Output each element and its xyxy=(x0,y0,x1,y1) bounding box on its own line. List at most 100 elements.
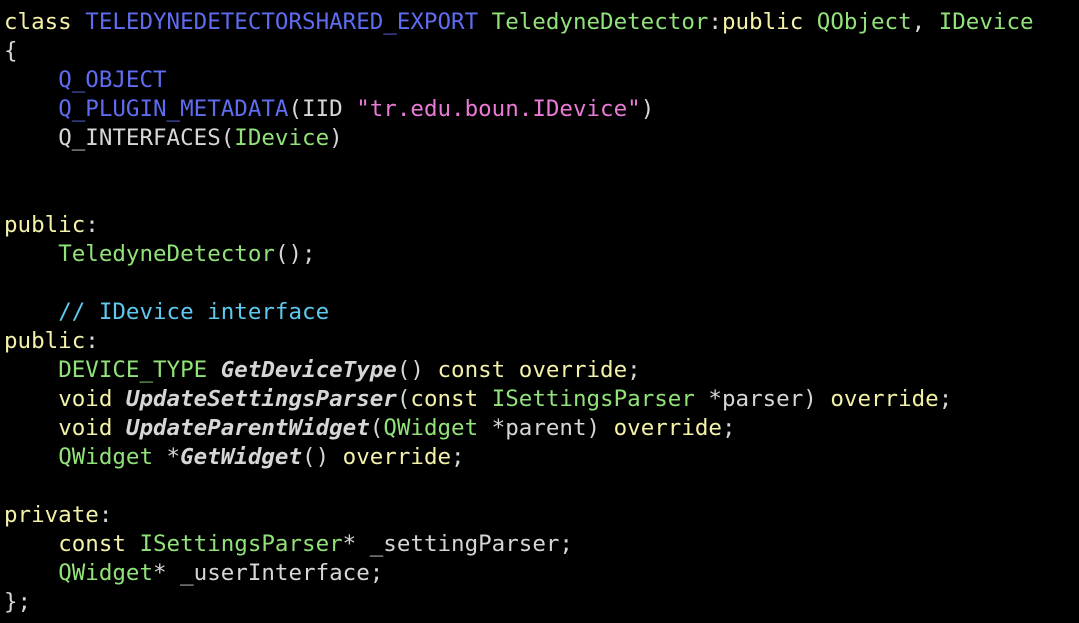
code-line[interactable]: TeledyneDetector(); xyxy=(4,240,1079,269)
code-line[interactable] xyxy=(4,153,1079,182)
code-line[interactable] xyxy=(4,269,1079,298)
code-token-keyword: const xyxy=(58,531,126,557)
code-token-plain: * _userInterface; xyxy=(153,560,384,586)
code-token-plain: UpdateSettingsParser xyxy=(125,386,397,412)
code-token-keyword: override xyxy=(613,415,722,441)
code-token-type: TeledyneDetector xyxy=(58,241,275,267)
code-editor[interactable]: class TELEDYNEDETECTORSHARED_EXPORT Tele… xyxy=(0,0,1079,623)
code-token-keyword: override xyxy=(518,357,628,383)
code-token-type: TeledyneDetector xyxy=(491,9,709,35)
code-line[interactable]: private: xyxy=(4,501,1079,530)
code-token-keyword: public xyxy=(4,328,86,354)
code-token-plain: *parser) xyxy=(694,386,831,412)
code-token-plain: ; xyxy=(938,386,953,412)
code-token-type: QWidget xyxy=(383,415,479,441)
code-token-plain: *parent) xyxy=(478,415,614,441)
code-token-plain: : xyxy=(708,9,722,35)
code-token-type: IDevice xyxy=(234,125,330,151)
code-line[interactable] xyxy=(4,472,1079,501)
code-token-plain: { xyxy=(4,38,18,64)
code-token-plain: GetDeviceType xyxy=(220,357,397,383)
code-line[interactable]: QWidget* _userInterface; xyxy=(4,559,1079,588)
code-token-type: QWidget xyxy=(58,560,154,586)
code-token-plain: ) xyxy=(329,125,343,151)
code-line[interactable]: }; xyxy=(4,588,1079,617)
code-line[interactable] xyxy=(4,182,1079,211)
code-token-plain: ; xyxy=(627,357,641,383)
code-token-type: DEVICE_TYPE xyxy=(58,357,208,383)
code-token-keyword: const xyxy=(437,357,506,383)
code-token-plain: () xyxy=(396,357,438,383)
code-token-plain: * xyxy=(153,444,181,470)
code-token-plain: (IID xyxy=(288,96,357,122)
code-token-plain: ) xyxy=(640,96,655,122)
code-line[interactable]: void UpdateSettingsParser(const ISetting… xyxy=(4,385,1079,414)
code-token-plain: , xyxy=(911,9,939,35)
code-token-type: IDevice xyxy=(938,9,1034,35)
code-token-keyword: class xyxy=(4,9,72,35)
code-line[interactable]: Q_PLUGIN_METADATA(IID "tr.edu.boun.IDevi… xyxy=(4,95,1079,124)
code-token-keyword: const xyxy=(410,386,479,412)
code-line[interactable]: Q_INTERFACES(IDevice) xyxy=(4,124,1079,153)
code-line[interactable]: { xyxy=(4,37,1079,66)
code-token-plain: (); xyxy=(274,241,316,267)
code-token-macro: TELEDYNEDETECTORSHARED_EXPORT xyxy=(85,9,479,35)
code-token-plain: ( xyxy=(396,386,411,412)
code-token-plain: UpdateParentWidget xyxy=(125,415,370,441)
code-token-keyword: override xyxy=(830,386,939,412)
code-token-plain: : xyxy=(85,328,99,354)
code-token-plain: * _settingParser; xyxy=(342,531,573,557)
code-line[interactable]: // IDevice interface xyxy=(4,298,1079,327)
code-token-keyword: private xyxy=(4,502,99,528)
code-line[interactable]: class TELEDYNEDETECTORSHARED_EXPORT Tele… xyxy=(4,8,1079,37)
code-token-macro: Q_OBJECT xyxy=(58,67,167,93)
code-token-keyword: override xyxy=(342,444,452,470)
code-token-comment: // IDevice interface xyxy=(58,299,330,325)
code-token-keyword: public xyxy=(721,9,804,35)
code-token-keyword: public xyxy=(4,212,86,238)
code-token-type: QObject xyxy=(816,9,912,35)
code-token-plain: ; xyxy=(721,415,736,441)
code-token-keyword: void xyxy=(58,415,113,441)
code-line[interactable]: DEVICE_TYPE GetDeviceType() const overri… xyxy=(4,356,1079,385)
code-token-plain: ( xyxy=(369,415,384,441)
code-line[interactable]: const ISettingsParser* _settingParser; xyxy=(4,530,1079,559)
code-line[interactable]: Q_OBJECT xyxy=(4,66,1079,95)
code-token-plain: ; xyxy=(451,444,465,470)
code-token-type: ISettingsParser xyxy=(139,531,343,557)
code-token-plain: Q_INTERFACES( xyxy=(58,125,235,151)
code-token-plain: : xyxy=(98,502,113,528)
code-line[interactable]: QWidget *GetWidget() override; xyxy=(4,443,1079,472)
code-line[interactable]: void UpdateParentWidget(QWidget *parent)… xyxy=(4,414,1079,443)
code-token-string: "tr.edu.boun.IDevice" xyxy=(356,96,641,122)
code-token-type: ISettingsParser xyxy=(491,386,695,412)
code-token-plain: GetWidget xyxy=(180,444,303,470)
code-token-macro: Q_PLUGIN_METADATA xyxy=(58,96,289,122)
code-token-plain: }; xyxy=(4,589,32,615)
code-line[interactable]: public: xyxy=(4,211,1079,240)
code-token-plain: () xyxy=(302,444,343,470)
code-line[interactable]: public: xyxy=(4,327,1079,356)
code-token-type: QWidget xyxy=(58,444,154,470)
code-token-keyword: void xyxy=(58,386,113,412)
